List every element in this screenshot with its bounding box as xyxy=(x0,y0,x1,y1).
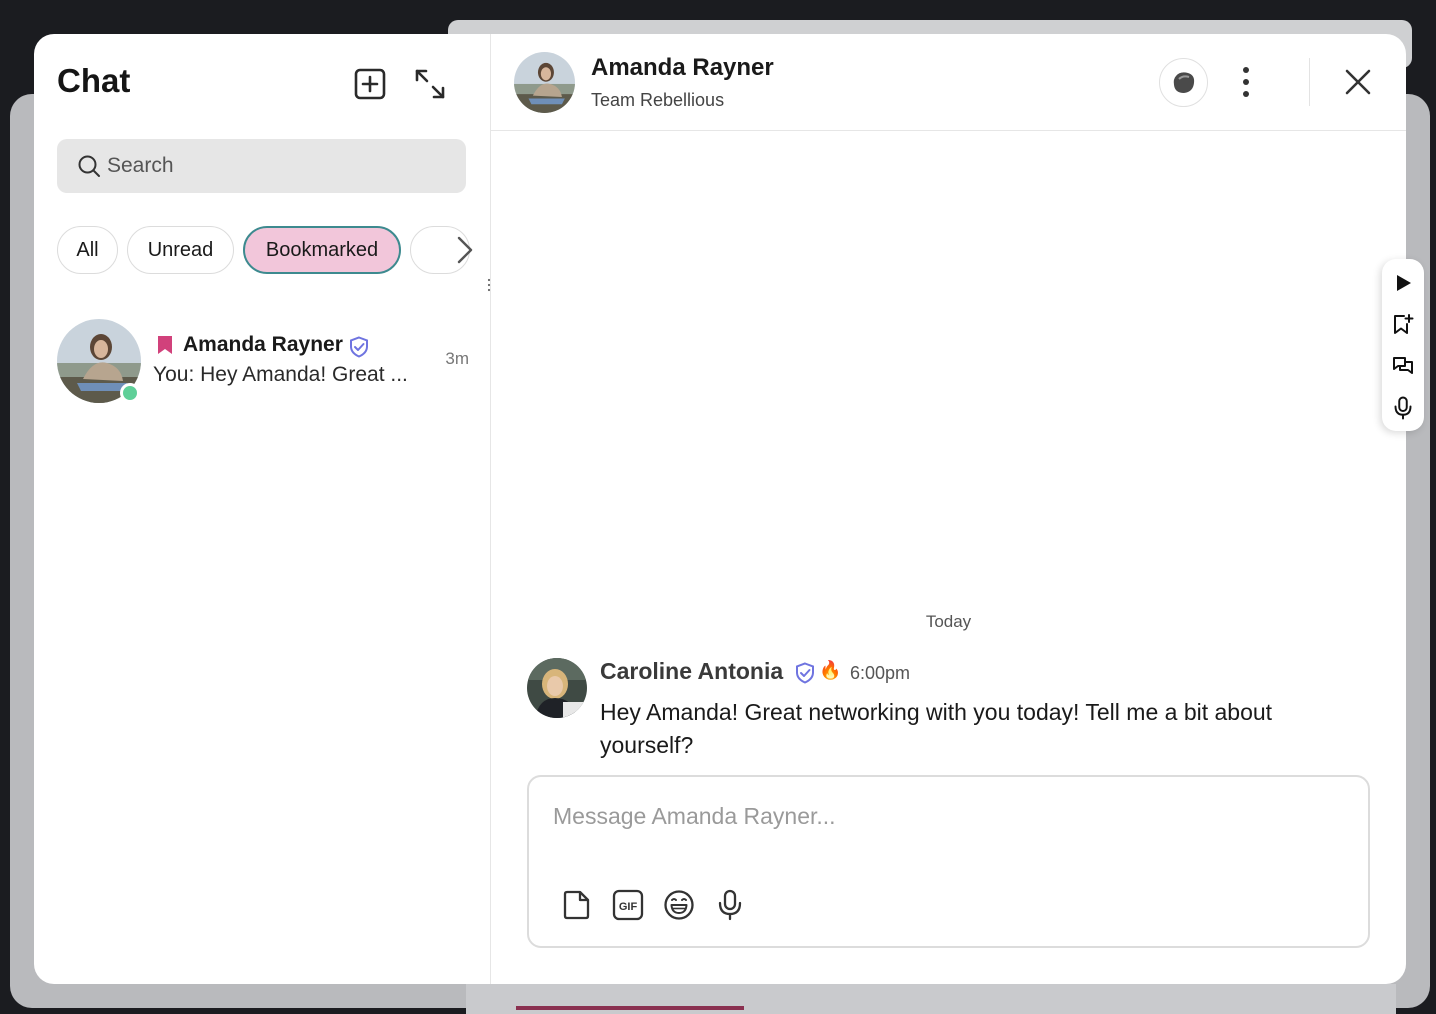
new-chat-button[interactable] xyxy=(350,64,390,104)
side-voice-button[interactable] xyxy=(1391,396,1415,420)
message-composer: GIF xyxy=(527,775,1370,948)
filter-unread[interactable]: Unread xyxy=(127,226,234,274)
chat-pane: Amanda Rayner Team Rebellious Today Caro… xyxy=(491,34,1406,984)
close-button[interactable] xyxy=(1336,62,1380,102)
chat-threads-icon xyxy=(1393,357,1413,374)
conversation-sidebar: Chat All Unread xyxy=(34,34,491,984)
play-button[interactable] xyxy=(1391,271,1415,295)
microphone-icon xyxy=(1394,396,1412,420)
side-toolbar xyxy=(1382,259,1424,431)
chat-contact-team: Team Rebellious xyxy=(591,90,725,110)
avatar[interactable] xyxy=(514,52,575,113)
fire-badge-icon: 🔥 xyxy=(819,660,842,680)
conversation-name: Amanda Rayner xyxy=(183,333,343,356)
attach-file-button[interactable] xyxy=(557,885,597,925)
emoji-icon xyxy=(664,890,694,920)
more-vertical-icon xyxy=(1243,67,1249,97)
plus-square-icon xyxy=(354,68,386,100)
voice-message-button[interactable] xyxy=(710,885,750,925)
message-text: Hey Amanda! Great networking with you to… xyxy=(600,699,1273,758)
more-options-button[interactable] xyxy=(1229,62,1263,102)
chat-contact-name: Amanda Rayner xyxy=(591,54,774,81)
file-icon xyxy=(563,890,590,920)
conversation-item[interactable]: Amanda Rayner You: Hey Amanda! Great ...… xyxy=(57,319,469,405)
chevron-right-icon xyxy=(457,236,473,264)
filter-bookmarked[interactable]: Bookmarked xyxy=(243,226,401,274)
conversation-time: 3m xyxy=(445,349,469,368)
filter-pills: All Unread Bookmarked xyxy=(57,226,477,274)
message-time: 6:00pm xyxy=(850,663,911,683)
search-box xyxy=(57,139,466,193)
verified-shield-icon xyxy=(796,662,814,684)
date-separator: Today xyxy=(925,612,972,631)
filter-all[interactable]: All xyxy=(57,226,118,274)
filters-scroll-right-button[interactable] xyxy=(451,232,479,268)
search-icon xyxy=(78,155,100,177)
status-blob-icon xyxy=(1173,71,1194,93)
play-icon xyxy=(1397,275,1411,291)
bookmark-icon xyxy=(158,336,172,354)
sidebar-title: Chat xyxy=(57,62,131,99)
verified-shield-icon xyxy=(350,336,368,358)
expand-arrows-icon xyxy=(415,69,445,99)
background-accent xyxy=(516,1006,744,1010)
expand-button[interactable] xyxy=(410,64,450,104)
chat-header: Amanda Rayner Team Rebellious xyxy=(491,34,1406,131)
avatar[interactable] xyxy=(527,658,587,718)
conversation-preview: You: Hey Amanda! Great ... xyxy=(153,363,408,386)
chat-dialog: Chat All Unread xyxy=(34,34,1406,984)
search-input[interactable] xyxy=(107,154,447,178)
close-icon xyxy=(1345,69,1371,95)
message-input[interactable] xyxy=(553,803,1333,843)
header-divider xyxy=(1309,58,1310,106)
microphone-icon xyxy=(718,889,742,921)
message-author: Caroline Antonia xyxy=(600,658,784,684)
threads-button[interactable] xyxy=(1391,354,1415,378)
online-status-indicator xyxy=(120,383,140,403)
status-button[interactable] xyxy=(1159,58,1208,107)
gif-button[interactable]: GIF xyxy=(608,885,648,925)
emoji-button[interactable] xyxy=(659,885,699,925)
bookmark-add-icon xyxy=(1394,314,1414,334)
svg-text:GIF: GIF xyxy=(619,901,638,913)
gif-icon: GIF xyxy=(612,889,644,921)
add-bookmark-button[interactable] xyxy=(1391,312,1415,336)
